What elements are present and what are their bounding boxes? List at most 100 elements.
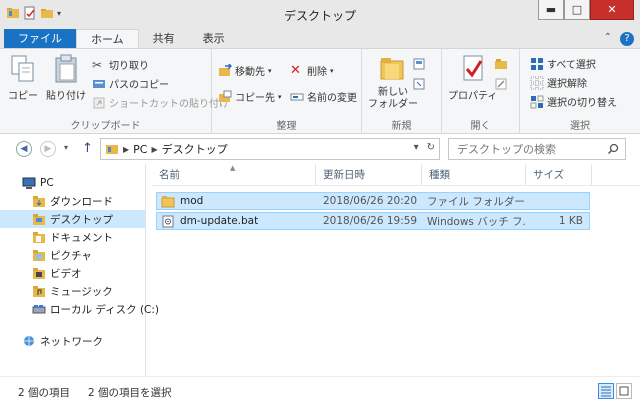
move-to-button[interactable]: 移動先 ▾ xyxy=(218,63,272,78)
nav-item-music[interactable]: ミュージック xyxy=(0,282,145,300)
select-group: すべて選択 選択解除 選択の切り替え 選択 xyxy=(520,49,640,135)
new-folder-button[interactable]: 新しい フォルダー xyxy=(368,53,418,111)
up-button[interactable]: ↑ xyxy=(82,141,93,156)
refresh-icon[interactable]: ↻ xyxy=(427,142,435,153)
select-all-button[interactable]: すべて選択 xyxy=(530,56,596,71)
properties-label: プロパティ xyxy=(448,91,498,102)
invert-selection-button[interactable]: 選択の切り替え xyxy=(530,94,617,109)
address-bar[interactable]: ▶ PC ▶ デスクトップ ▾ ↻ xyxy=(100,138,440,160)
paste-button[interactable]: 貼り付け xyxy=(46,53,86,102)
nav-label-music: ミュージック xyxy=(50,285,113,298)
column-header-date[interactable]: 更新日時 xyxy=(316,163,422,186)
forward-button[interactable]: ▶ xyxy=(40,141,56,157)
breadcrumb-pc[interactable]: PC xyxy=(133,143,147,156)
nav-item-pc[interactable]: PC xyxy=(0,174,145,192)
tab-home[interactable]: ホーム xyxy=(76,29,139,49)
breadcrumb-desktop[interactable]: デスクトップ xyxy=(162,141,228,157)
organize-group-label: 整理 xyxy=(276,121,297,132)
nav-label-pc: PC xyxy=(40,177,54,189)
copy-button[interactable]: コピー xyxy=(8,53,38,102)
easy-access-icon[interactable] xyxy=(412,77,426,91)
nav-item-pictures[interactable]: ピクチャ xyxy=(0,246,145,264)
ribbon: コピー 貼り付け ✂ 切り取り パスのコピー ショートカットの貼り付け クリップ… xyxy=(0,48,640,135)
edit-icon[interactable] xyxy=(494,77,508,91)
nav-label-documents: ドキュメント xyxy=(50,231,113,244)
close-button[interactable]: ✕ xyxy=(590,0,634,20)
details-view-button[interactable] xyxy=(598,383,614,399)
clipboard-group-label: クリップボード xyxy=(70,121,141,132)
nav-label-desktop: デスクトップ xyxy=(50,213,113,226)
nav-label-network: ネットワーク xyxy=(40,335,103,348)
nav-item-desktop[interactable]: デスクトップ xyxy=(0,210,145,228)
move-to-dropdown-icon: ▾ xyxy=(268,66,272,75)
paste-shortcut-label: ショートカットの貼り付け xyxy=(109,99,229,110)
nav-item-downloads[interactable]: ダウンロード xyxy=(0,192,145,210)
search-icon[interactable] xyxy=(607,143,619,155)
tab-view[interactable]: 表示 xyxy=(189,29,239,49)
breadcrumb-separator-icon: ▶ xyxy=(151,144,158,154)
delete-label: 削除 xyxy=(307,67,327,78)
copy-to-button[interactable]: コピー先 ▾ xyxy=(218,89,282,104)
select-none-button[interactable]: 選択解除 xyxy=(530,75,587,90)
recent-locations-icon[interactable]: ▾ xyxy=(64,143,68,152)
select-none-icon xyxy=(530,76,544,89)
sort-ascending-icon: ▲ xyxy=(230,163,236,172)
new-folder-icon xyxy=(380,58,404,80)
maximize-button[interactable]: □ xyxy=(564,0,590,20)
navigation-bar: ◀ ▶ ▾ ↑ ▶ PC ▶ デスクトップ ▾ ↻ xyxy=(0,134,640,164)
properties-button[interactable]: プロパティ xyxy=(448,53,497,102)
disk-icon xyxy=(32,304,46,313)
address-history-icon[interactable]: ▾ xyxy=(414,142,419,153)
documents-folder-icon xyxy=(33,231,45,243)
delete-x-icon: ✕ xyxy=(290,62,301,78)
downloads-folder-icon xyxy=(33,195,45,207)
open-group: プロパティ 開く xyxy=(442,49,520,135)
invert-selection-label: 選択の切り替え xyxy=(547,98,617,109)
location-folder-icon xyxy=(106,145,118,154)
window-controls: ▬ □ ✕ xyxy=(538,0,634,20)
new-group-label: 新規 xyxy=(391,121,412,132)
ribbon-tabs: ファイル ホーム 共有 表示 ⌃ ? xyxy=(0,29,640,49)
nav-item-videos[interactable]: ビデオ xyxy=(0,264,145,282)
nav-label-local-disk: ローカル ディスク (C:) xyxy=(50,303,160,316)
main-area: PC ダウンロード デスクトップ ドキュメント ピクチャ ビデオ ミュージック xyxy=(0,163,640,376)
tab-share[interactable]: 共有 xyxy=(139,29,189,49)
nav-item-local-disk[interactable]: ローカル ディスク (C:) xyxy=(0,300,159,318)
ribbon-collapse-icon[interactable]: ⌃ xyxy=(604,32,612,46)
rename-button[interactable]: 名前の変更 xyxy=(290,89,357,104)
delete-dropdown-icon: ▾ xyxy=(330,66,334,75)
new-group: 新しい フォルダー 新規 xyxy=(362,49,442,135)
invert-selection-icon xyxy=(530,95,544,108)
move-to-label: 移動先 xyxy=(235,67,265,78)
file-row-dm-update[interactable]: dm-update.bat 2018/06/26 19:59 Windows バ… xyxy=(156,212,590,230)
back-button[interactable]: ◀ xyxy=(16,141,32,157)
move-to-icon xyxy=(219,63,232,76)
nav-item-network[interactable]: ネットワーク xyxy=(0,332,145,350)
copy-path-button[interactable]: パスのコピー xyxy=(92,76,169,91)
copy-to-dropdown-icon: ▾ xyxy=(278,92,282,101)
column-header-size[interactable]: サイズ xyxy=(526,163,592,186)
file-row-mod[interactable]: mod 2018/06/26 20:20 ファイル フォルダー xyxy=(156,192,590,210)
column-header-name[interactable]: ▲ 名前 xyxy=(152,163,316,186)
open-icon[interactable] xyxy=(494,57,508,71)
clipboard-group: コピー 貼り付け ✂ 切り取り パスのコピー ショートカットの貼り付け クリップ… xyxy=(0,49,229,135)
column-header-type[interactable]: 種類 xyxy=(422,163,526,186)
delete-button[interactable]: ✕ 削除 ▾ xyxy=(290,63,334,78)
nav-item-documents[interactable]: ドキュメント xyxy=(0,228,145,246)
tab-file[interactable]: ファイル xyxy=(4,29,76,49)
file-name: mod xyxy=(180,195,204,207)
search-input[interactable] xyxy=(457,142,597,156)
help-icon[interactable]: ? xyxy=(620,32,634,46)
new-item-icon[interactable] xyxy=(412,57,426,71)
copy-path-icon xyxy=(93,79,105,88)
cut-button[interactable]: ✂ 切り取り xyxy=(92,57,149,73)
minimize-button[interactable]: ▬ xyxy=(538,0,564,20)
search-box[interactable] xyxy=(448,138,626,160)
pc-icon xyxy=(22,177,36,189)
large-icons-view-button[interactable] xyxy=(616,383,632,399)
file-date: 2018/06/26 19:59 xyxy=(323,215,418,227)
copy-path-label: パスのコピー xyxy=(109,80,169,91)
music-folder-icon xyxy=(33,285,45,297)
paste-shortcut-button[interactable]: ショートカットの貼り付け xyxy=(92,95,229,110)
copy-to-icon xyxy=(219,90,232,102)
